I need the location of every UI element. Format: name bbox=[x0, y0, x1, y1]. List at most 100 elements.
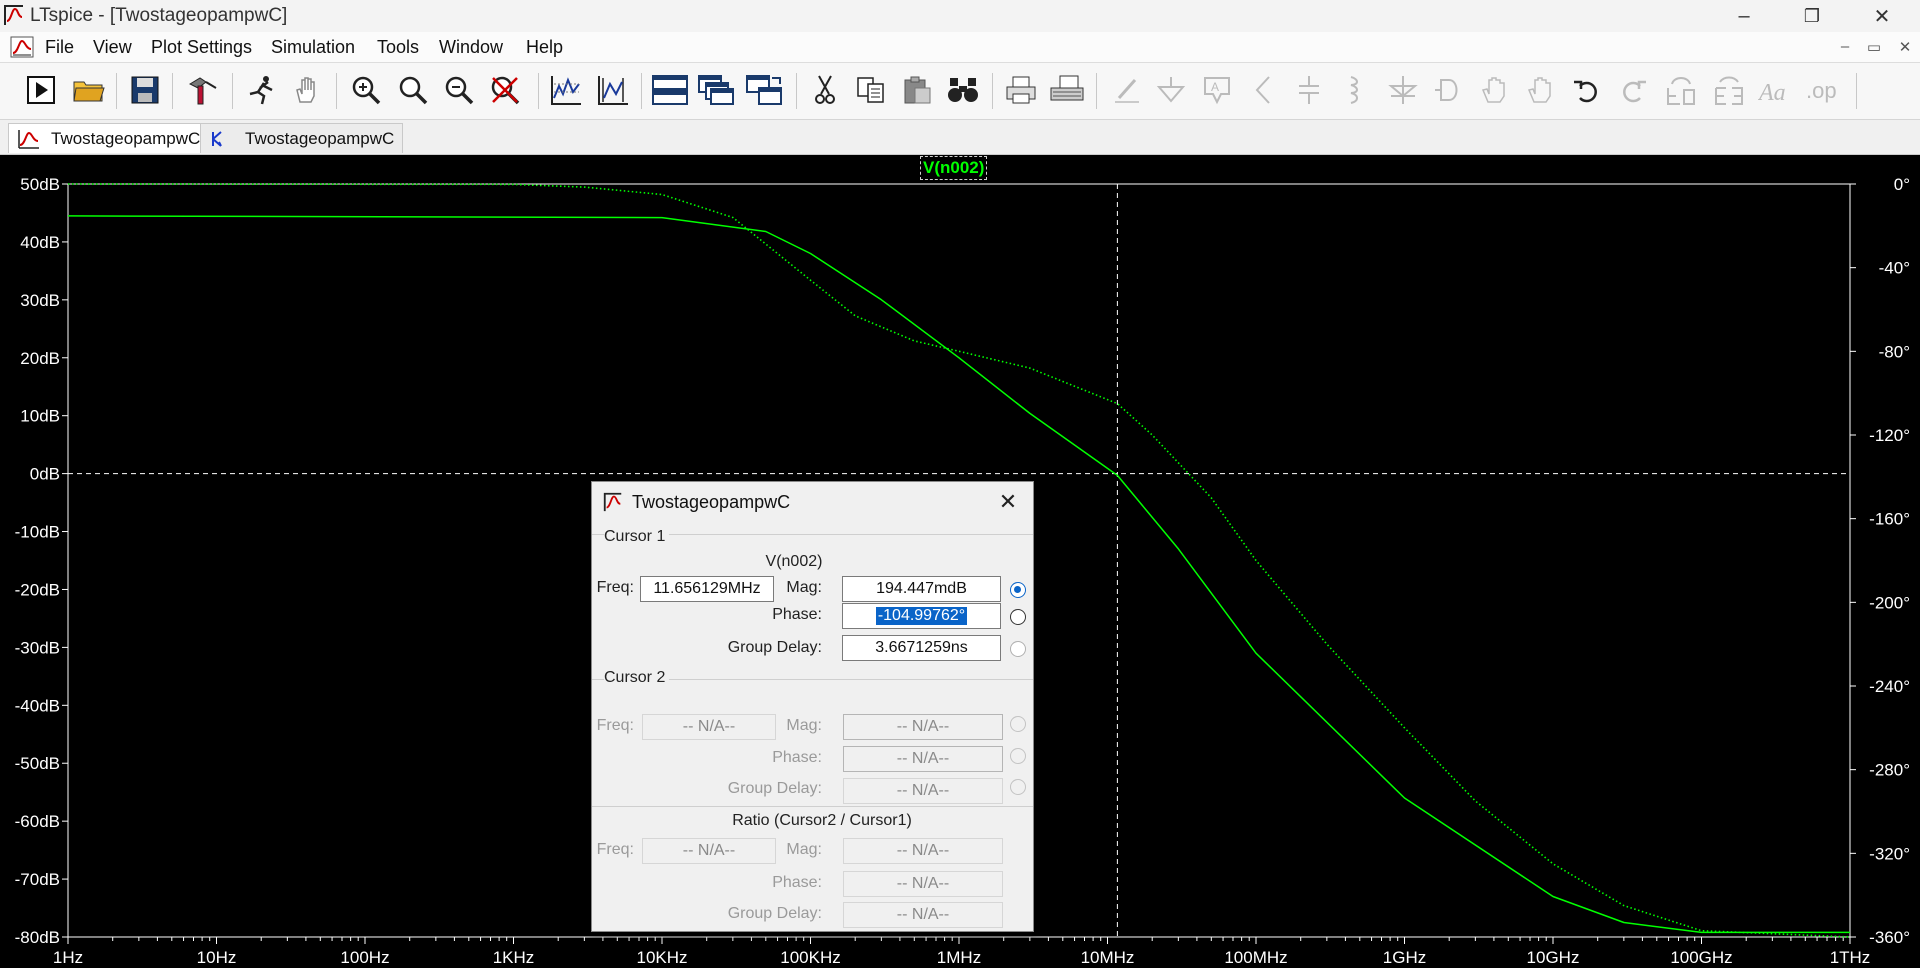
label-net-icon[interactable]: A bbox=[1198, 71, 1236, 109]
y-left-tick-label: 30dB bbox=[20, 291, 60, 310]
ground-icon[interactable] bbox=[1152, 71, 1190, 109]
autorange-icon[interactable] bbox=[547, 71, 585, 109]
dialog-title: TwostageopampwC bbox=[632, 492, 791, 512]
cursor1-mag-field[interactable]: 194.447mdB bbox=[842, 576, 1001, 602]
y-left-tick-label: 50dB bbox=[20, 175, 60, 194]
redo-icon[interactable] bbox=[1614, 71, 1652, 109]
x-tick-label: 1Hz bbox=[53, 948, 83, 967]
ltspice-logo-icon bbox=[603, 492, 622, 512]
component-icon[interactable] bbox=[1430, 71, 1468, 109]
inductor-icon[interactable] bbox=[1336, 71, 1374, 109]
capacitor-icon[interactable] bbox=[1290, 71, 1328, 109]
cursor1-mag-radio[interactable] bbox=[1010, 582, 1026, 598]
cursor1-group-delay-field[interactable]: 3.6671259ns bbox=[842, 635, 1001, 661]
spice-directive-icon[interactable]: .op bbox=[1802, 71, 1840, 109]
x-tick-label: 100MHz bbox=[1224, 948, 1287, 967]
menu-window[interactable]: Window bbox=[439, 37, 503, 58]
zoom-area-icon[interactable] bbox=[394, 71, 432, 109]
restore-button[interactable]: ❐ bbox=[1780, 0, 1844, 32]
tile-horizontal-icon[interactable] bbox=[651, 71, 689, 109]
wire-icon[interactable] bbox=[1108, 71, 1146, 109]
menu-view[interactable]: View bbox=[93, 37, 132, 58]
cut-icon[interactable] bbox=[806, 71, 844, 109]
x-tick-label: 1GHz bbox=[1383, 948, 1426, 967]
cursor2-phase-radio bbox=[1010, 748, 1026, 764]
cursor2-mag-radio bbox=[1010, 716, 1026, 732]
cursor-dialog[interactable]: TwostageopampwC ✕ Cursor 1 V(n002) Freq:… bbox=[591, 481, 1034, 932]
cursor1-phase-radio[interactable] bbox=[1010, 609, 1026, 625]
close-button[interactable]: ✕ bbox=[1850, 0, 1914, 32]
trace-label[interactable]: V(n002) bbox=[920, 156, 988, 180]
menu-plot-settings[interactable]: Plot Settings bbox=[151, 37, 252, 58]
cursor2-phase-label: Phase: bbox=[772, 749, 822, 766]
ratio-freq-field: -- N/A-- bbox=[642, 838, 776, 864]
x-tick-label: 10GHz bbox=[1527, 948, 1580, 967]
tab-schematic[interactable]: TwostageopampwC bbox=[200, 123, 404, 153]
cursor2-freq-label: Freq: bbox=[596, 717, 634, 734]
diode-icon[interactable] bbox=[1384, 71, 1422, 109]
paste-icon[interactable] bbox=[898, 71, 936, 109]
print-setup-icon[interactable] bbox=[1048, 71, 1086, 109]
schematic-icon bbox=[212, 130, 222, 147]
move-icon[interactable] bbox=[1476, 71, 1514, 109]
run-icon[interactable] bbox=[22, 71, 60, 109]
cursor1-phase-field[interactable]: -104.99762° bbox=[842, 603, 1001, 629]
copy-icon[interactable] bbox=[852, 71, 890, 109]
cursor1-phase-value: -104.99762° bbox=[875, 607, 968, 625]
menu-tools[interactable]: Tools bbox=[377, 37, 419, 58]
cursor1-mag-label: Mag: bbox=[786, 579, 822, 596]
dialog-close-button[interactable]: ✕ bbox=[994, 488, 1022, 516]
cursor2-mag-field: -- N/A-- bbox=[843, 714, 1003, 740]
find-icon[interactable] bbox=[944, 71, 982, 109]
zoom-full-icon[interactable] bbox=[486, 71, 524, 109]
x-tick-label: 10KHz bbox=[636, 948, 687, 967]
tile-vertical-icon[interactable] bbox=[745, 71, 783, 109]
resistor-icon[interactable] bbox=[1244, 71, 1282, 109]
x-tick-label: 10MHz bbox=[1081, 948, 1135, 967]
tab-waveform[interactable]: TwostageopampwC bbox=[8, 123, 210, 153]
y-left-tick-label: 40dB bbox=[20, 233, 60, 252]
ratio-group-label: Ratio (Cursor2 / Cursor1) bbox=[732, 812, 912, 829]
ratio-mag-field: -- N/A-- bbox=[843, 838, 1003, 864]
svg-text:A: A bbox=[1211, 80, 1219, 94]
undo-icon[interactable] bbox=[1568, 71, 1606, 109]
x-tick-label: 10Hz bbox=[197, 948, 237, 967]
zoom-out-icon[interactable] bbox=[440, 71, 478, 109]
text-icon[interactable]: Aa bbox=[1756, 71, 1794, 109]
rotate-icon[interactable] bbox=[1662, 71, 1700, 109]
x-tick-label: 100GHz bbox=[1670, 948, 1732, 967]
x-tick-label: 100Hz bbox=[340, 948, 389, 967]
cascade-icon[interactable] bbox=[697, 71, 735, 109]
save-icon[interactable] bbox=[126, 71, 164, 109]
drag-icon[interactable] bbox=[1522, 71, 1560, 109]
y-left-tick-label: -70dB bbox=[15, 870, 60, 889]
cursor1-group-delay-radio[interactable] bbox=[1010, 641, 1026, 657]
plot-settings-icon[interactable] bbox=[594, 71, 632, 109]
mdi-restore-button[interactable]: ▭ bbox=[1863, 38, 1885, 56]
cursor1-freq-field[interactable]: 11.656129MHz bbox=[640, 576, 774, 602]
mirror-icon[interactable] bbox=[1710, 71, 1748, 109]
cursor2-group-label: Cursor 2 bbox=[604, 669, 670, 687]
menu-help[interactable]: Help bbox=[526, 37, 563, 58]
zoom-in-icon[interactable] bbox=[347, 71, 385, 109]
waveform-icon bbox=[18, 129, 39, 149]
minimize-button[interactable]: – bbox=[1712, 0, 1776, 32]
y-left-tick-label: -10dB bbox=[15, 523, 60, 542]
mdi-close-button[interactable]: ✕ bbox=[1894, 38, 1916, 56]
cursor1-group-delay-label: Group Delay: bbox=[727, 639, 822, 656]
toolbar: A Aa .op bbox=[0, 62, 1920, 120]
menu-simulation[interactable]: Simulation bbox=[271, 37, 355, 58]
y-right-tick-label: -160° bbox=[1869, 510, 1910, 529]
pan-icon[interactable] bbox=[288, 71, 326, 109]
y-left-tick-label: -20dB bbox=[15, 580, 60, 599]
print-icon[interactable] bbox=[1002, 71, 1040, 109]
mdi-minimize-button[interactable]: – bbox=[1834, 38, 1856, 55]
waveform-window-icon[interactable] bbox=[10, 35, 34, 59]
menu-file[interactable]: File bbox=[45, 37, 74, 58]
control-panel-icon[interactable] bbox=[184, 71, 222, 109]
open-icon[interactable] bbox=[70, 71, 108, 109]
tab-waveform-label: TwostageopampwC bbox=[51, 128, 201, 148]
y-left-tick-label: -60dB bbox=[15, 812, 60, 831]
cursor2-freq-field: -- N/A-- bbox=[642, 714, 776, 740]
halt-icon[interactable] bbox=[242, 71, 280, 109]
